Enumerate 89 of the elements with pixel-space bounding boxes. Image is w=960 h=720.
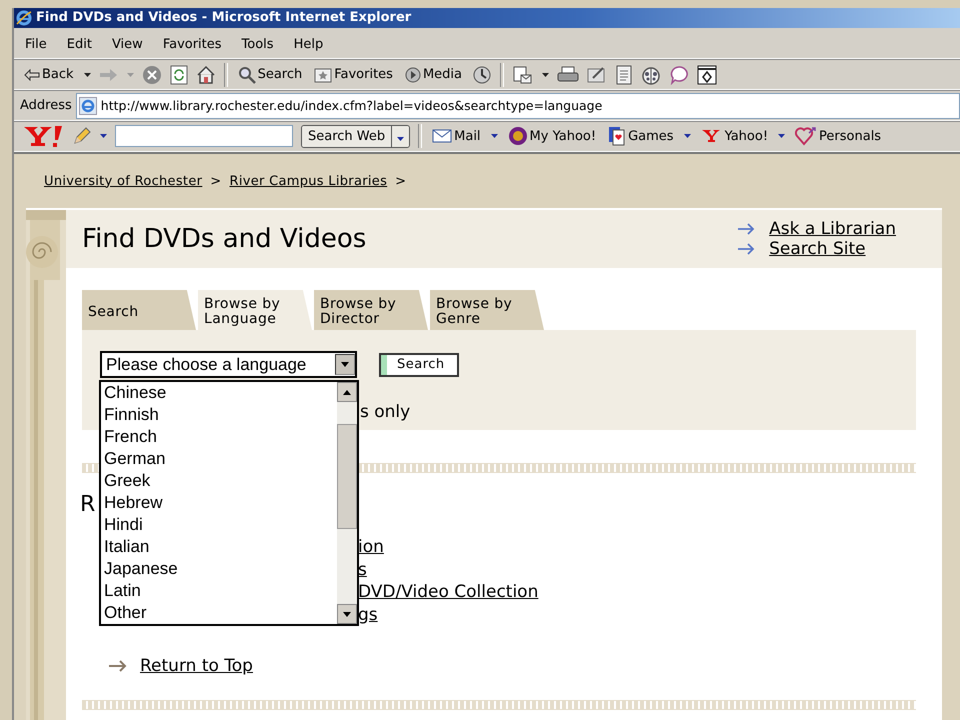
checkbox-label: s only xyxy=(360,402,410,422)
side-link[interactable]: Search Site xyxy=(769,239,866,259)
refresh-icon[interactable] xyxy=(170,64,188,85)
tab[interactable]: Browse by Genre xyxy=(430,290,544,330)
search-icon xyxy=(238,66,256,84)
mail-button[interactable]: Mail xyxy=(430,128,483,144)
scrollbar[interactable] xyxy=(337,382,357,624)
language-select[interactable]: Please choose a language xyxy=(100,351,357,378)
scrollbar-thumb[interactable] xyxy=(337,424,357,529)
dropdown-option[interactable]: French xyxy=(104,426,337,448)
dropdown-option[interactable]: Greek xyxy=(104,470,337,492)
history-icon[interactable] xyxy=(472,64,492,85)
back-arrow-icon xyxy=(24,68,40,81)
search-web-button[interactable]: Search Web xyxy=(302,126,392,147)
breadcrumb-link[interactable]: River Campus Libraries xyxy=(229,174,388,188)
ladybug-icon[interactable] xyxy=(641,64,662,85)
heart-icon xyxy=(795,126,818,146)
dropdown-option[interactable]: Finnish xyxy=(104,404,337,426)
link[interactable]: DVD/Video Collection xyxy=(358,581,538,604)
dropdown-option[interactable]: Latin xyxy=(104,580,337,602)
dropdown-option[interactable]: Chinese xyxy=(104,382,337,404)
section-heading: R xyxy=(80,492,96,519)
menu-item[interactable]: Tools xyxy=(230,37,283,52)
dropdown-button[interactable] xyxy=(392,126,410,147)
my-yahoo-button[interactable]: My Yahoo! xyxy=(506,126,598,146)
scroll-up-icon[interactable] xyxy=(343,390,351,394)
menu-item[interactable]: View xyxy=(100,37,152,52)
envelope-icon xyxy=(432,129,452,144)
link[interactable]: ion xyxy=(358,536,384,558)
dropdown-option[interactable]: Hindi xyxy=(104,514,337,536)
arrow-icon xyxy=(737,223,756,235)
caret-icon[interactable] xyxy=(100,134,107,138)
arrow-icon xyxy=(108,660,128,672)
yahoo-logo-icon[interactable] xyxy=(22,124,64,148)
return-to-top-link[interactable]: Return to Top xyxy=(140,656,253,676)
dropdown-option[interactable]: German xyxy=(104,448,337,470)
media-button[interactable]: Media xyxy=(402,66,464,83)
tab[interactable]: Browse by Language xyxy=(198,290,312,330)
tab[interactable]: Browse by Director xyxy=(314,290,428,330)
back-button[interactable]: Back xyxy=(22,67,76,82)
arrow-icon xyxy=(737,243,756,255)
menu-item[interactable]: Edit xyxy=(56,37,101,52)
menu-item[interactable]: File xyxy=(14,37,56,52)
browser-logo-icon xyxy=(16,10,32,26)
dropdown-option[interactable]: Italian xyxy=(104,536,337,558)
address-label: Address xyxy=(20,98,72,114)
window-icon[interactable] xyxy=(697,64,718,85)
pencil-icon[interactable] xyxy=(72,126,92,146)
caret-icon[interactable] xyxy=(84,72,91,77)
caret-icon xyxy=(397,136,404,141)
favorites-button[interactable]: Favorites xyxy=(312,66,395,83)
menu-item[interactable]: Help xyxy=(282,37,332,52)
caret-icon xyxy=(341,362,349,367)
address-field[interactable]: http://www.library.rochester.edu/index.cfm?label=videos&searchtype=language xyxy=(76,92,960,119)
badge-icon xyxy=(508,126,528,146)
search-button[interactable]: Search xyxy=(236,66,304,84)
link[interactable]: s xyxy=(358,558,367,581)
play-icon xyxy=(404,66,421,83)
dropdown-option[interactable]: Hebrew xyxy=(104,492,337,514)
dropdown-option[interactable]: Japanese xyxy=(104,558,337,580)
search-button[interactable]: Search xyxy=(379,352,459,376)
page-title: Find DVDs and Videos xyxy=(82,224,366,254)
cards-icon xyxy=(608,126,626,146)
window-title: Find DVDs and Videos - Microsoft Internet Explorer xyxy=(36,10,412,26)
side-link[interactable]: Ask a Librarian xyxy=(769,219,896,239)
mail-icon[interactable] xyxy=(512,64,534,85)
home-icon[interactable] xyxy=(196,64,216,85)
caret-icon[interactable] xyxy=(542,72,550,77)
caret-icon[interactable] xyxy=(778,134,786,138)
caret-icon[interactable] xyxy=(490,134,498,138)
print-icon[interactable] xyxy=(557,66,580,84)
speech-bubble-icon[interactable] xyxy=(669,64,690,85)
breadcrumb-separator: > xyxy=(395,174,406,188)
games-button[interactable]: Games xyxy=(606,126,676,146)
dropdown-option[interactable]: Other xyxy=(104,602,337,624)
scroll-down-icon[interactable] xyxy=(343,612,351,616)
personals-button[interactable]: Personals xyxy=(793,126,884,146)
breadcrumb-link[interactable]: University of Rochester xyxy=(44,174,202,188)
menu-item[interactable]: Favorites xyxy=(152,37,231,52)
yahoo-button[interactable]: Yahoo! xyxy=(698,128,770,144)
page-icon xyxy=(78,96,97,115)
stop-icon[interactable] xyxy=(142,64,162,85)
caret-icon[interactable] xyxy=(684,134,691,138)
search-field[interactable] xyxy=(115,125,293,148)
document-icon[interactable] xyxy=(615,64,634,85)
breadcrumb-separator: > xyxy=(210,174,222,188)
tab[interactable]: Search xyxy=(82,290,196,330)
link[interactable]: gs xyxy=(358,604,378,626)
edit-icon[interactable] xyxy=(587,66,608,84)
